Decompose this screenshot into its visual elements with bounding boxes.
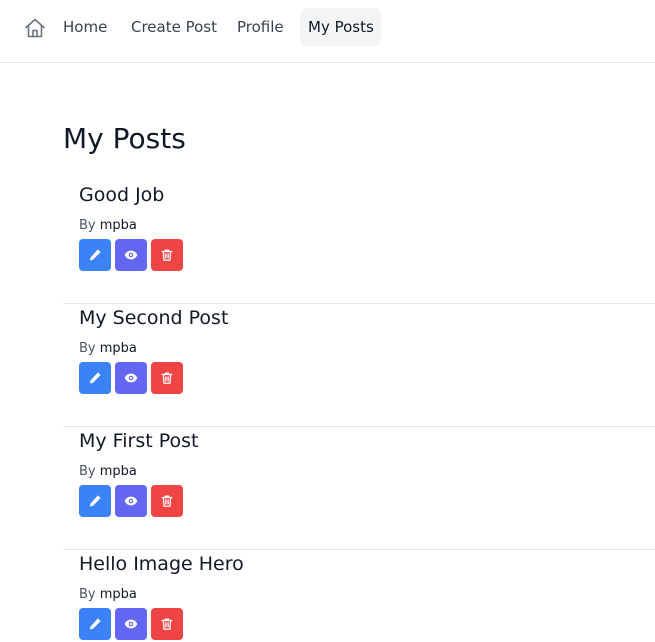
eye-icon xyxy=(124,619,138,629)
author-name: mpba xyxy=(99,587,137,602)
nav-link-my-posts[interactable]: My Posts xyxy=(300,8,381,46)
edit-button[interactable] xyxy=(79,485,111,517)
post-title[interactable]: My Second Post xyxy=(79,304,228,332)
nav-link-profile[interactable]: Profile xyxy=(229,8,292,46)
author-name: mpba xyxy=(99,464,137,479)
post-author: By mpba xyxy=(79,340,137,358)
eye-icon xyxy=(124,250,138,260)
delete-button[interactable] xyxy=(151,239,183,271)
trash-icon xyxy=(161,495,173,507)
post-item: My First Post By mpba xyxy=(63,427,655,550)
delete-button[interactable] xyxy=(151,362,183,394)
post-title[interactable]: My First Post xyxy=(79,427,198,455)
by-label: By xyxy=(79,218,96,233)
eye-icon xyxy=(124,496,138,506)
page-title: My Posts xyxy=(63,122,186,155)
pencil-icon xyxy=(89,618,101,630)
delete-button[interactable] xyxy=(151,485,183,517)
edit-button[interactable] xyxy=(79,362,111,394)
trash-icon xyxy=(161,372,173,384)
by-label: By xyxy=(79,341,96,356)
author-name: mpba xyxy=(99,341,137,356)
post-item: Hello Image Hero By mpba xyxy=(63,550,655,642)
delete-button[interactable] xyxy=(151,608,183,640)
pencil-icon xyxy=(89,249,101,261)
pencil-icon xyxy=(89,372,101,384)
post-author: By mpba xyxy=(79,217,137,235)
post-item: My Second Post By mpba xyxy=(63,304,655,427)
home-icon[interactable] xyxy=(23,16,47,40)
eye-icon xyxy=(124,373,138,383)
post-title[interactable]: Hello Image Hero xyxy=(79,550,244,578)
view-button[interactable] xyxy=(115,608,147,640)
trash-icon xyxy=(161,618,173,630)
post-author: By mpba xyxy=(79,463,137,481)
view-button[interactable] xyxy=(115,362,147,394)
post-title[interactable]: Good Job xyxy=(79,181,164,209)
post-author: By mpba xyxy=(79,586,137,604)
nav-link-home[interactable]: Home xyxy=(55,8,115,46)
by-label: By xyxy=(79,587,96,602)
edit-button[interactable] xyxy=(79,239,111,271)
view-button[interactable] xyxy=(115,239,147,271)
nav-link-create-post[interactable]: Create Post xyxy=(123,8,225,46)
edit-button[interactable] xyxy=(79,608,111,640)
post-item: Good Job By mpba xyxy=(63,181,655,304)
trash-icon xyxy=(161,249,173,261)
view-button[interactable] xyxy=(115,485,147,517)
pencil-icon xyxy=(89,495,101,507)
by-label: By xyxy=(79,464,96,479)
author-name: mpba xyxy=(99,218,137,233)
top-nav: Home Create Post Profile My Posts xyxy=(0,0,655,63)
